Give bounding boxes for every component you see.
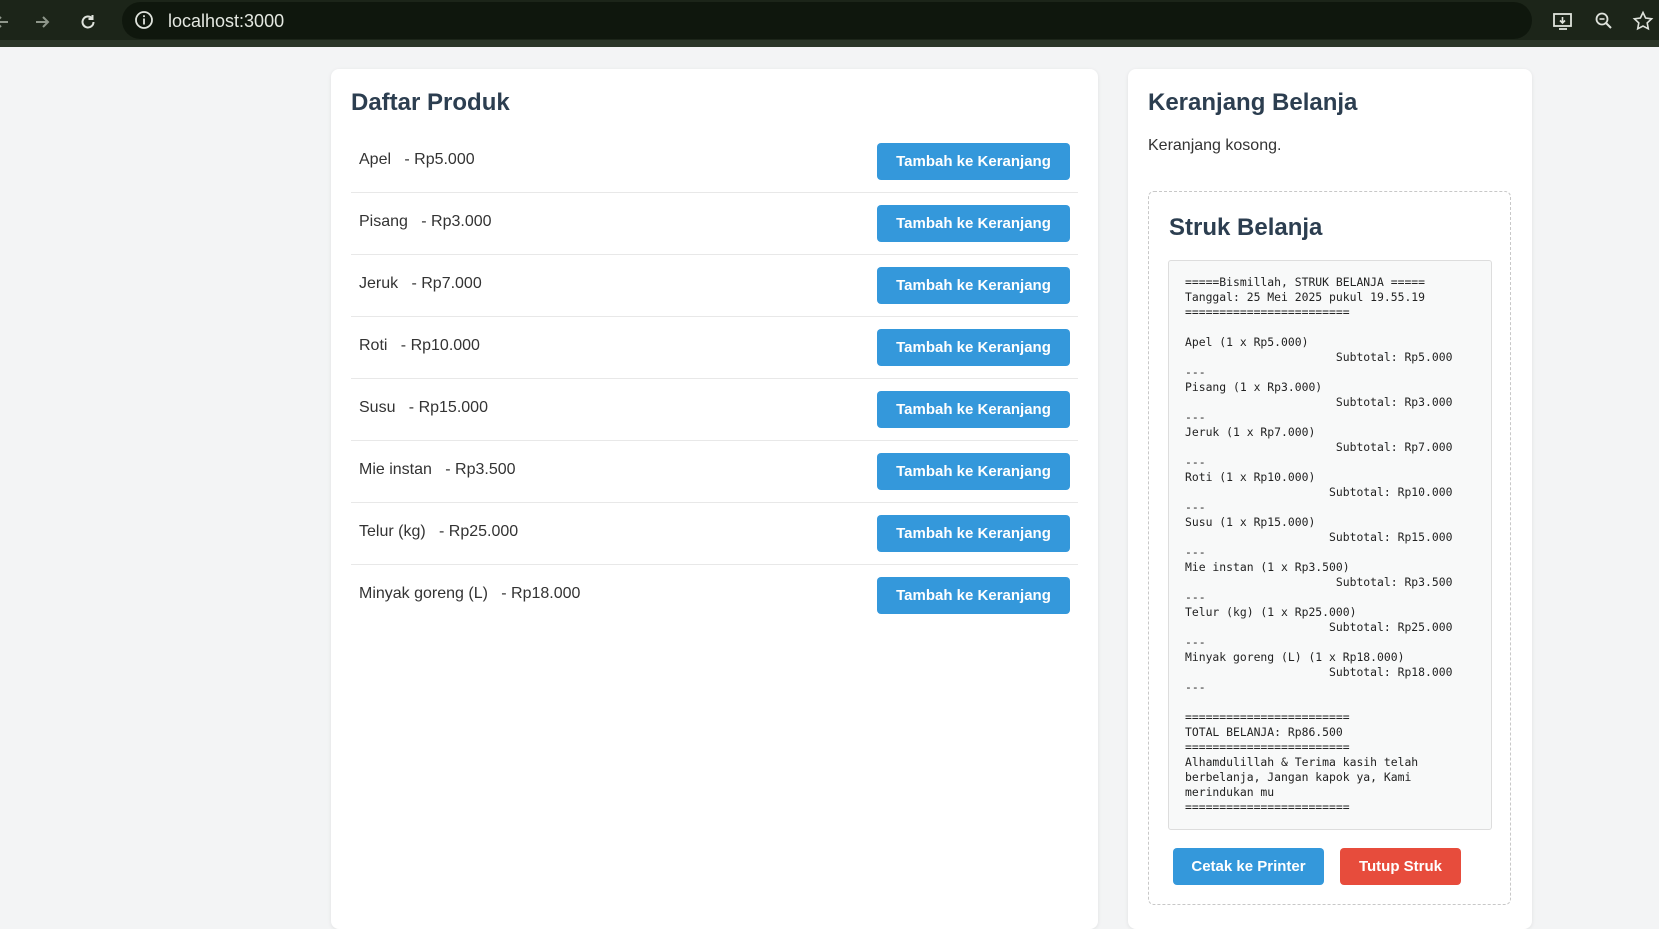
product-name-price: Pisang - Rp3.000 — [359, 213, 492, 230]
product-row: Apel - Rp5.000 Tambah ke Keranjang — [351, 131, 1078, 193]
add-to-cart-button[interactable]: Tambah ke Keranjang — [877, 143, 1070, 180]
bookmark-star-icon[interactable] — [1630, 8, 1656, 34]
toolbar-divider — [0, 40, 1659, 47]
product-row: Pisang - Rp3.000 Tambah ke Keranjang — [351, 193, 1078, 255]
install-app-icon[interactable] — [1550, 8, 1576, 34]
product-name-price: Mie instan - Rp3.500 — [359, 461, 516, 478]
add-to-cart-button[interactable]: Tambah ke Keranjang — [877, 329, 1070, 366]
cart-title: Keranjang Belanja — [1148, 89, 1358, 116]
add-to-cart-button[interactable]: Tambah ke Keranjang — [877, 391, 1070, 428]
address-bar[interactable]: localhost:3000 — [122, 2, 1532, 39]
product-row: Telur (kg) - Rp25.000 Tambah ke Keranjang — [351, 503, 1078, 565]
product-list-title: Daftar Produk — [351, 89, 510, 116]
url-text[interactable]: localhost:3000 — [168, 11, 284, 32]
receipt-content: =====Bismillah, STRUK BELANJA ===== Tang… — [1168, 260, 1492, 830]
info-icon[interactable] — [134, 10, 154, 35]
back-arrow-icon[interactable] — [0, 8, 16, 36]
zoom-icon[interactable] — [1591, 8, 1617, 34]
product-name-price: Roti - Rp10.000 — [359, 337, 480, 354]
forward-arrow-icon[interactable] — [28, 8, 56, 36]
product-name-price: Minyak goreng (L) - Rp18.000 — [359, 585, 581, 602]
product-list-card: Daftar Produk Apel - Rp5.000 Tambah ke Ke… — [331, 69, 1098, 929]
product-name-price: Susu - Rp15.000 — [359, 399, 488, 416]
add-to-cart-button[interactable]: Tambah ke Keranjang — [877, 515, 1070, 552]
product-row: Jeruk - Rp7.000 Tambah ke Keranjang — [351, 255, 1078, 317]
add-to-cart-button[interactable]: Tambah ke Keranjang — [877, 577, 1070, 614]
print-receipt-button[interactable]: Cetak ke Printer — [1173, 848, 1324, 885]
product-name-price: Jeruk - Rp7.000 — [359, 275, 482, 292]
cart-card: Keranjang Belanja Keranjang kosong. Stru… — [1128, 69, 1532, 929]
product-row: Minyak goreng (L) - Rp18.000 Tambah ke Ke… — [351, 565, 1078, 626]
product-list: Apel - Rp5.000 Tambah ke Keranjang Pisang … — [351, 131, 1078, 626]
add-to-cart-button[interactable]: Tambah ke Keranjang — [877, 205, 1070, 242]
product-row: Roti - Rp10.000 Tambah ke Keranjang — [351, 317, 1078, 379]
receipt-panel: Struk Belanja =====Bismillah, STRUK BELA… — [1148, 191, 1511, 905]
product-row: Susu - Rp15.000 Tambah ke Keranjang — [351, 379, 1078, 441]
add-to-cart-button[interactable]: Tambah ke Keranjang — [877, 267, 1070, 304]
product-name-price: Apel - Rp5.000 — [359, 151, 475, 168]
browser-toolbar: localhost:3000 — [0, 0, 1659, 47]
cart-empty-message: Keranjang kosong. — [1148, 137, 1282, 154]
close-receipt-button[interactable]: Tutup Struk — [1340, 848, 1461, 885]
add-to-cart-button[interactable]: Tambah ke Keranjang — [877, 453, 1070, 490]
product-row: Mie instan - Rp3.500 Tambah ke Keranjang — [351, 441, 1078, 503]
reload-icon[interactable] — [74, 8, 102, 36]
receipt-title: Struk Belanja — [1169, 214, 1323, 241]
product-name-price: Telur (kg) - Rp25.000 — [359, 523, 519, 540]
